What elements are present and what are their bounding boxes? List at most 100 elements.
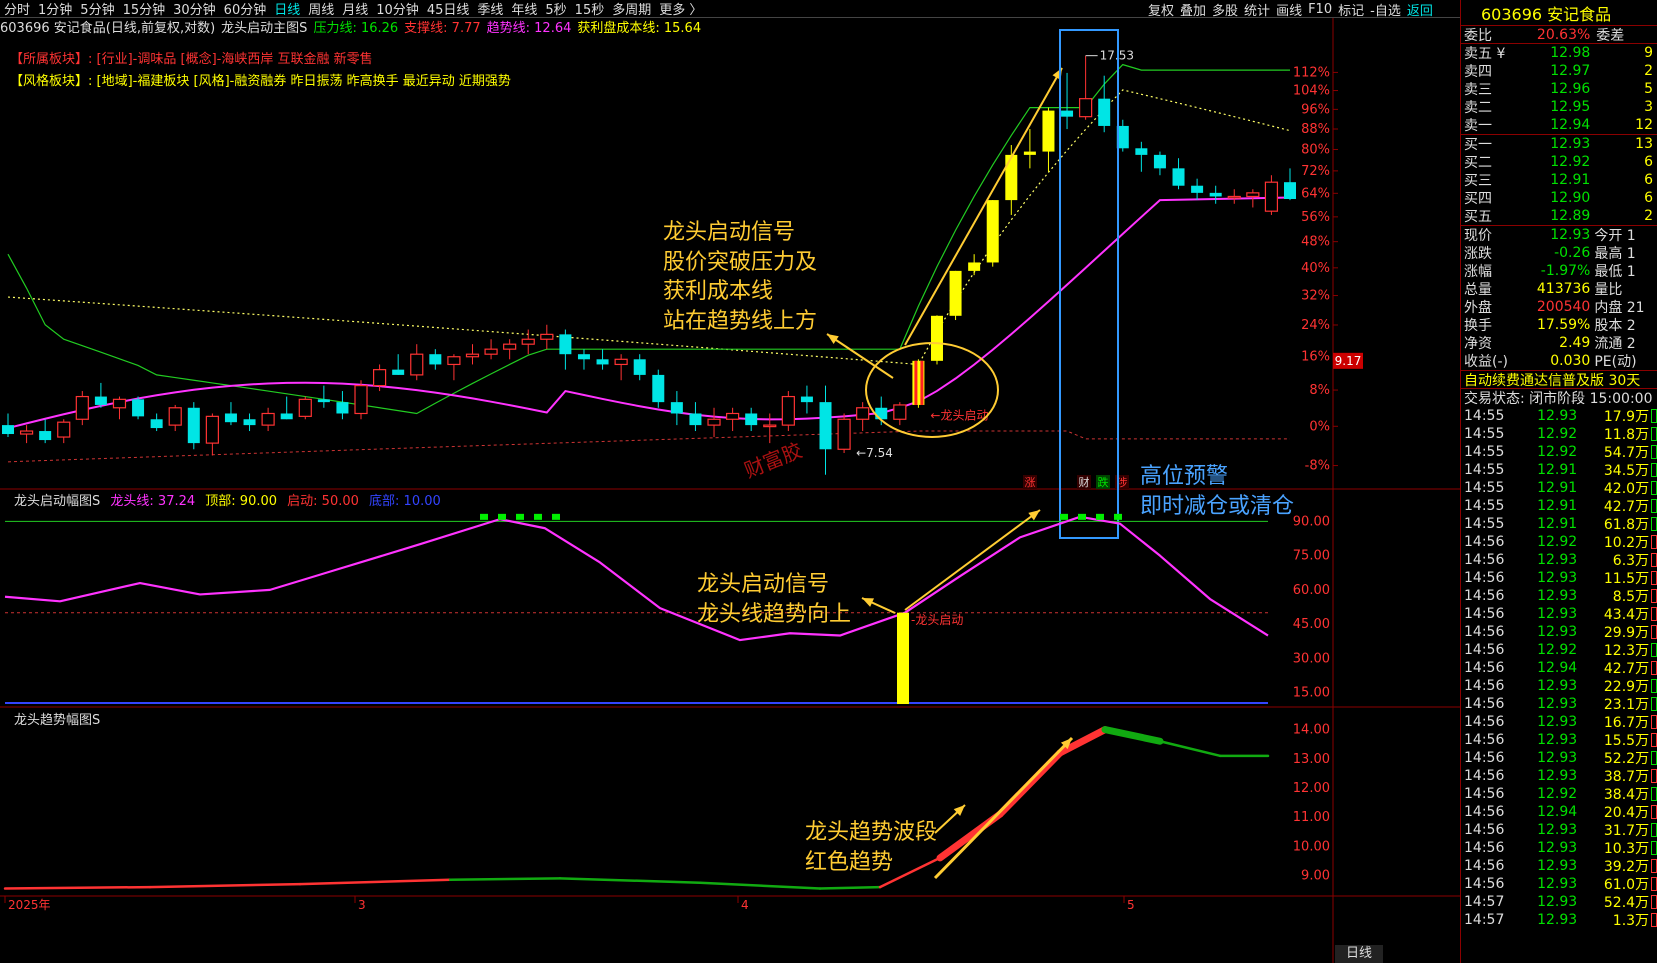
period-tab[interactable]: 1分钟 bbox=[38, 0, 72, 18]
candle[interactable] bbox=[949, 270, 962, 321]
candle[interactable] bbox=[652, 369, 665, 408]
candle[interactable] bbox=[837, 413, 851, 454]
toolbar-button[interactable]: F10 bbox=[1308, 2, 1332, 17]
candle[interactable] bbox=[94, 382, 107, 408]
candle[interactable] bbox=[187, 402, 200, 450]
indicator-name[interactable]: 龙头启动主图S bbox=[221, 17, 307, 36]
candle[interactable] bbox=[707, 407, 721, 438]
candle[interactable] bbox=[1284, 168, 1296, 201]
period-tab[interactable]: 5秒 bbox=[545, 0, 566, 18]
candle[interactable] bbox=[150, 413, 163, 432]
period-tab[interactable]: 月线 bbox=[342, 0, 368, 18]
candle[interactable] bbox=[410, 344, 424, 381]
candle[interactable] bbox=[39, 419, 52, 444]
notice-row[interactable]: 自动续费通达信普及版 30天 bbox=[1461, 371, 1657, 389]
candle[interactable] bbox=[781, 391, 795, 432]
sub1-name[interactable]: 龙头启动幅图S bbox=[14, 494, 100, 509]
candle[interactable] bbox=[689, 402, 702, 432]
candle[interactable] bbox=[819, 385, 832, 475]
candle[interactable] bbox=[484, 339, 498, 360]
candle[interactable] bbox=[1061, 72, 1074, 130]
candle[interactable] bbox=[1135, 141, 1148, 172]
candle[interactable] bbox=[559, 329, 572, 370]
candle[interactable] bbox=[1264, 175, 1279, 215]
candle[interactable] bbox=[1042, 107, 1055, 172]
period-tab[interactable]: 日线 bbox=[274, 0, 300, 18]
toolbar-button[interactable]: 画线 bbox=[1276, 0, 1302, 19]
candle[interactable] bbox=[930, 315, 943, 365]
candle[interactable] bbox=[317, 385, 330, 408]
candle[interactable] bbox=[912, 359, 925, 408]
toolbar-button[interactable]: 多股 bbox=[1212, 0, 1238, 19]
period-tab[interactable]: 10分钟 bbox=[376, 0, 419, 18]
toolbar-button[interactable]: 叠加 bbox=[1180, 0, 1206, 19]
toolbar-button[interactable]: 复权 bbox=[1148, 0, 1174, 19]
candle[interactable] bbox=[392, 354, 405, 375]
toolbar-button[interactable]: 标记 bbox=[1338, 0, 1364, 19]
notice-text[interactable]: 自动续费通达信普及版 30天 bbox=[1461, 371, 1640, 389]
toolbar-button[interactable]: 返回 bbox=[1407, 0, 1433, 19]
candle[interactable] bbox=[968, 254, 981, 276]
period-tab[interactable]: 年线 bbox=[511, 0, 537, 18]
candle[interactable] bbox=[261, 407, 275, 432]
candle[interactable] bbox=[577, 349, 590, 370]
candle[interactable] bbox=[1079, 55, 1093, 120]
candle[interactable] bbox=[429, 349, 442, 370]
toolbar-button[interactable]: -自选 bbox=[1370, 0, 1401, 19]
level-volume: 2 bbox=[1644, 208, 1653, 224]
candle[interactable] bbox=[336, 391, 349, 420]
candle[interactable] bbox=[1153, 151, 1166, 176]
candle[interactable] bbox=[224, 402, 237, 426]
candle[interactable] bbox=[1209, 185, 1222, 204]
candle[interactable] bbox=[633, 354, 646, 381]
candle[interactable] bbox=[1191, 178, 1204, 201]
candle[interactable] bbox=[280, 396, 293, 420]
candle[interactable] bbox=[763, 413, 777, 444]
candle[interactable] bbox=[800, 385, 813, 414]
period-tab[interactable]: 15分钟 bbox=[123, 0, 166, 18]
period-tab[interactable]: 周线 bbox=[308, 0, 334, 18]
candle[interactable] bbox=[465, 344, 480, 365]
sub2-name[interactable]: 龙头趋势幅图S bbox=[14, 713, 100, 728]
period-tab[interactable]: 30分钟 bbox=[173, 0, 216, 18]
tick-time: 14:57 bbox=[1464, 894, 1505, 910]
period-tab[interactable]: 15秒 bbox=[575, 0, 605, 18]
candle[interactable] bbox=[670, 391, 683, 426]
candle[interactable] bbox=[745, 407, 758, 432]
candle[interactable] bbox=[893, 402, 907, 426]
daily-tab[interactable]: 日线 bbox=[1335, 945, 1383, 963]
candle[interactable] bbox=[503, 339, 517, 360]
candle[interactable] bbox=[57, 419, 71, 444]
candle[interactable] bbox=[614, 354, 628, 381]
candle[interactable] bbox=[1023, 129, 1036, 169]
period-tab[interactable]: 60分钟 bbox=[224, 0, 267, 18]
period-tab[interactable]: 多周期 bbox=[612, 0, 651, 18]
candle[interactable] bbox=[986, 200, 999, 267]
period-tab[interactable]: 更多 〉 bbox=[659, 0, 702, 18]
candle[interactable] bbox=[298, 396, 312, 420]
candle[interactable] bbox=[354, 380, 368, 420]
period-tab[interactable]: 45日线 bbox=[427, 0, 470, 18]
candle[interactable] bbox=[132, 396, 145, 420]
candle[interactable] bbox=[1227, 189, 1241, 204]
candle[interactable] bbox=[205, 413, 219, 456]
candle[interactable] bbox=[168, 404, 182, 432]
candle[interactable] bbox=[521, 329, 535, 355]
candle[interactable] bbox=[596, 349, 609, 370]
period-tab[interactable]: 5分钟 bbox=[80, 0, 114, 18]
candle[interactable] bbox=[856, 402, 870, 432]
candle[interactable] bbox=[1172, 158, 1185, 190]
tick-list[interactable]: 14:55 12.93 17.9万 14:55 12.92 11.8万 14:55 12.92… bbox=[1461, 407, 1657, 929]
candle[interactable] bbox=[19, 425, 34, 444]
candle[interactable] bbox=[112, 396, 127, 420]
candle[interactable] bbox=[1098, 75, 1111, 133]
period-tab[interactable]: 季线 bbox=[477, 0, 503, 18]
candle[interactable] bbox=[2, 413, 14, 438]
candle[interactable] bbox=[75, 391, 89, 426]
candle[interactable] bbox=[243, 413, 256, 432]
candle[interactable] bbox=[540, 324, 554, 350]
candle[interactable] bbox=[447, 354, 461, 381]
candle[interactable] bbox=[726, 407, 740, 432]
toolbar-button[interactable]: 统计 bbox=[1244, 0, 1270, 19]
period-tab[interactable]: 分时 bbox=[4, 0, 30, 18]
